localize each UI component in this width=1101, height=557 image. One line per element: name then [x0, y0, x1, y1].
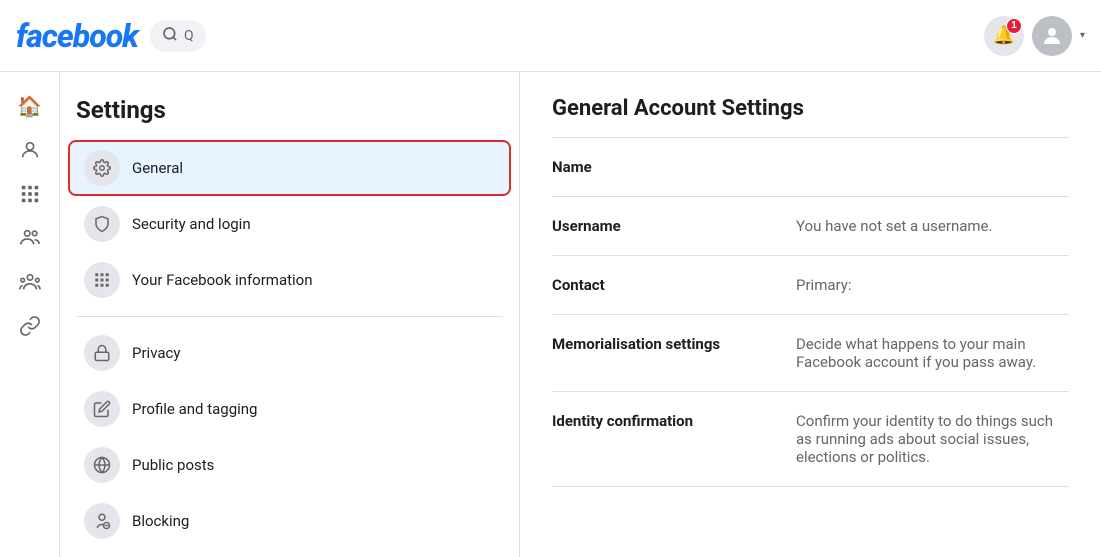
settings-sidebar: Settings General Security and login [60, 72, 520, 557]
chevron-down-icon[interactable]: ▾ [1080, 30, 1085, 41]
content-title: General Account Settings [552, 96, 1069, 121]
settings-item-profile-tagging-label: Profile and tagging [132, 400, 257, 418]
fb-info-icon [84, 262, 120, 298]
main-layout: 🏠 [0, 72, 1101, 557]
top-navigation: facebook Q 🔔 1 ▾ [0, 0, 1101, 72]
identity-label: Identity confirmation [552, 412, 772, 430]
settings-row-contact: Contact Primary: [552, 256, 1069, 315]
sidebar-item-apps[interactable] [12, 176, 48, 212]
settings-item-privacy-label: Privacy [132, 344, 180, 362]
search-box[interactable]: Q [150, 20, 206, 52]
facebook-logo: facebook [16, 17, 138, 55]
settings-row-identity: Identity confirmation Confirm your ident… [552, 392, 1069, 487]
general-icon [84, 150, 120, 186]
contact-label: Contact [552, 276, 772, 294]
memorialisation-label: Memorialisation settings [552, 335, 772, 353]
settings-item-blocking[interactable]: Blocking [68, 493, 511, 549]
topnav-right: 🔔 1 ▾ [984, 16, 1085, 56]
settings-item-location[interactable]: Location [68, 549, 511, 557]
blocking-icon [84, 503, 120, 539]
search-icon [162, 26, 178, 46]
settings-item-blocking-label: Blocking [132, 512, 189, 530]
sidebar-item-groups[interactable] [12, 264, 48, 300]
settings-item-security[interactable]: Security and login [68, 196, 511, 252]
settings-row-username: Username You have not set a username. [552, 197, 1069, 256]
settings-item-fb-info[interactable]: Your Facebook information [68, 252, 511, 308]
avatar[interactable] [1032, 16, 1072, 56]
main-content: General Account Settings Name Username Y… [520, 72, 1101, 557]
security-icon [84, 206, 120, 242]
name-label: Name [552, 158, 772, 176]
sidebar-item-link[interactable] [12, 308, 48, 344]
profile-tagging-icon [84, 391, 120, 427]
icon-navigation: 🏠 [0, 72, 60, 557]
privacy-icon [84, 335, 120, 371]
settings-item-public-posts[interactable]: Public posts [68, 437, 511, 493]
public-posts-icon [84, 447, 120, 483]
settings-divider [76, 316, 503, 317]
settings-item-general-label: General [132, 159, 183, 177]
notification-badge: 1 [1006, 18, 1022, 34]
search-placeholder: Q [184, 28, 194, 44]
topnav-left: facebook Q [16, 17, 206, 55]
settings-item-profile-tagging[interactable]: Profile and tagging [68, 381, 511, 437]
settings-item-public-posts-label: Public posts [132, 456, 214, 474]
username-value: You have not set a username. [796, 217, 1069, 235]
settings-item-general[interactable]: General [68, 140, 511, 196]
sidebar-item-home[interactable]: 🏠 [12, 88, 48, 124]
settings-item-fb-info-label: Your Facebook information [132, 271, 313, 289]
settings-row-name: Name [552, 138, 1069, 197]
sidebar-item-friends[interactable] [12, 220, 48, 256]
memorialisation-value: Decide what happens to your main Faceboo… [796, 335, 1069, 371]
contact-value: Primary: [796, 276, 1069, 294]
username-label: Username [552, 217, 772, 235]
settings-row-memorialisation: Memorialisation settings Decide what hap… [552, 315, 1069, 392]
settings-item-security-label: Security and login [132, 215, 251, 233]
settings-title: Settings [60, 96, 519, 140]
notifications-button[interactable]: 🔔 1 [984, 16, 1024, 56]
sidebar-item-profile[interactable] [12, 132, 48, 168]
identity-value: Confirm your identity to do things such … [796, 412, 1069, 466]
settings-item-privacy[interactable]: Privacy [68, 325, 511, 381]
